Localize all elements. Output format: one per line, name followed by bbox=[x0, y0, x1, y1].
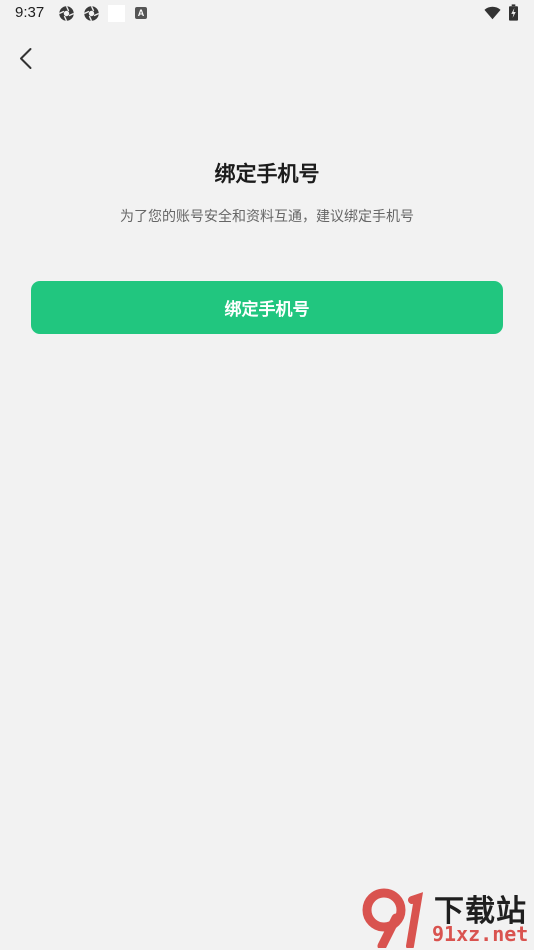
watermark-logo bbox=[362, 888, 424, 948]
status-bar: 9:37 A bbox=[0, 0, 534, 28]
wifi-icon bbox=[484, 6, 501, 20]
page-subtitle: 为了您的账号安全和资料互通，建议绑定手机号 bbox=[120, 209, 414, 225]
page-title: 绑定手机号 bbox=[214, 162, 320, 186]
watermark: 下载站 91xz.net bbox=[362, 884, 534, 950]
chevron-left-icon bbox=[20, 48, 32, 69]
a-badge-icon: A bbox=[135, 7, 147, 19]
white-square-icon bbox=[108, 5, 125, 22]
watermark-url: 91xz.net bbox=[432, 922, 529, 946]
bind-phone-button-label: 绑定手机号 bbox=[224, 300, 310, 319]
battery-charging-icon bbox=[509, 4, 518, 21]
aperture-icon bbox=[83, 5, 100, 22]
aperture-icon bbox=[58, 5, 75, 22]
back-button[interactable] bbox=[12, 44, 42, 74]
status-time: 9:37 bbox=[15, 4, 45, 21]
bind-phone-button[interactable]: 绑定手机号 bbox=[31, 281, 503, 334]
